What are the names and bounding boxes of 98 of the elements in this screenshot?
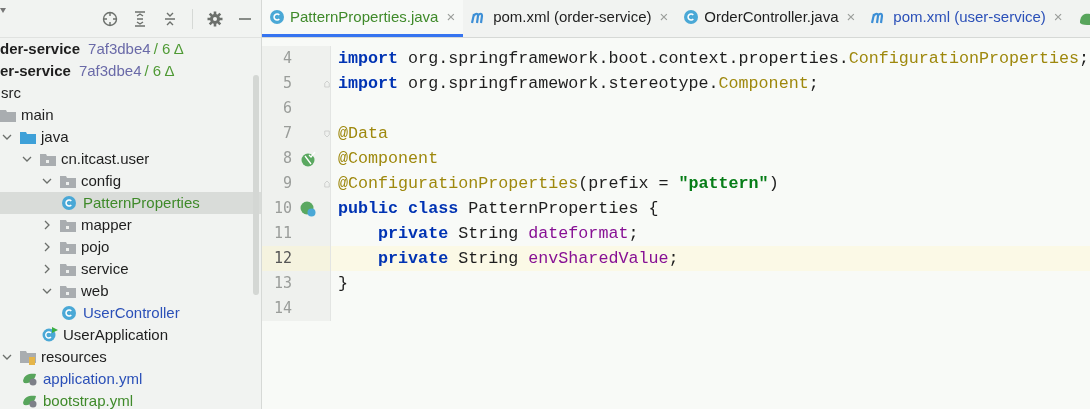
line-number: 9 <box>281 173 292 195</box>
tree-item-label: resources <box>41 346 107 367</box>
tree-item-label: web <box>81 280 109 301</box>
run-class-icon <box>42 327 58 343</box>
class-icon <box>62 196 76 210</box>
code-line: public class PatternProperties { <box>338 198 659 220</box>
line-number: 12 <box>272 248 292 270</box>
tree-item[interactable]: mapper <box>0 214 261 236</box>
package-icon <box>60 240 76 254</box>
tree-item[interactable]: main <box>0 104 261 126</box>
tree-item-label: main <box>21 104 54 125</box>
locate-icon[interactable] <box>102 10 118 27</box>
module-name: der-service <box>0 38 81 59</box>
line-number: 4 <box>281 48 292 70</box>
tree-item[interactable]: pojo <box>0 236 261 258</box>
tree-item-label: UserController <box>83 302 180 323</box>
tab-label: pom.xml (user-service) <box>893 6 1046 27</box>
package-icon <box>60 174 76 188</box>
editor-tab[interactable]: PatternProperties.java × <box>262 0 464 37</box>
tree-item[interactable]: cn.itcast.user <box>0 148 261 170</box>
package-icon <box>40 152 56 166</box>
settings-icon[interactable] <box>207 10 223 27</box>
code-line: @ConfigurationProperties(prefix = "pattern") <box>338 173 779 195</box>
tree-item-label: config <box>81 170 122 191</box>
scrollbar[interactable] <box>253 75 259 295</box>
resources-folder-icon <box>20 349 36 365</box>
tree-item[interactable]: UserController <box>0 302 261 324</box>
module-name: er-service <box>0 60 71 81</box>
line-number: 7 <box>281 123 292 145</box>
tree-item-label: pojo <box>81 236 110 257</box>
caret-icon[interactable] <box>0 7 6 14</box>
tree-item-label: src <box>1 82 21 103</box>
class-icon <box>684 10 699 24</box>
tree-item-label: cn.itcast.user <box>61 148 150 169</box>
spring-leaf-icon <box>22 394 38 408</box>
change-count: / 6 Δ <box>144 60 175 81</box>
chevron-right-icon[interactable] <box>42 264 52 274</box>
folder-icon <box>0 108 16 122</box>
tree-item[interactable]: config <box>0 170 261 192</box>
collapse-all-icon[interactable] <box>162 10 178 27</box>
class-icon <box>270 10 284 24</box>
line-number: 13 <box>272 273 292 295</box>
line-number: 10 <box>272 198 292 220</box>
code-line: private String envSharedValue; <box>377 248 679 270</box>
code-line: } <box>338 273 348 295</box>
chevron-down-icon[interactable] <box>22 154 32 164</box>
bean-icon[interactable] <box>300 200 316 217</box>
tab-label: PatternProperties.java <box>290 6 439 27</box>
code-line: import org.springframework.stereotype.Component; <box>338 73 819 95</box>
package-icon <box>60 218 76 232</box>
code-line: @Data <box>338 123 389 145</box>
chevron-down-icon[interactable] <box>2 132 12 142</box>
tree-item[interactable]: resources <box>0 346 261 368</box>
tree-item[interactable]: application.yml <box>0 368 261 390</box>
line-number: 14 <box>272 298 292 320</box>
change-count: / 6 Δ <box>153 38 184 59</box>
fold-marker[interactable] <box>324 128 330 139</box>
tree-item-label: java <box>41 126 69 147</box>
package-icon <box>60 262 76 276</box>
spring-leaf-icon <box>22 372 38 386</box>
chevron-right-icon[interactable] <box>42 242 52 252</box>
tree-item-label: service <box>81 258 129 279</box>
tree-item-label: bootstrap.yml <box>43 390 134 409</box>
commit-hash: 7af3dbe4 <box>78 60 142 81</box>
editor-tab[interactable]: pom.xml (user-service) × <box>863 0 1071 37</box>
tab-label: pom.xml (order-service) <box>493 6 652 27</box>
line-number: 8 <box>281 148 292 170</box>
tab-label: OrderController.java <box>704 6 839 27</box>
tree-item[interactable]: src <box>0 82 261 104</box>
editor-tab[interactable]: pom.xml (order-service) × <box>463 0 677 37</box>
chevron-down-icon[interactable] <box>2 352 12 362</box>
chevron-down-icon[interactable] <box>42 286 52 296</box>
tree-item[interactable]: java <box>0 126 261 148</box>
commit-hash: 7af3dbe4 <box>88 38 151 59</box>
bean-icon[interactable] <box>300 150 316 167</box>
tree-item-label: mapper <box>81 214 132 235</box>
fold-marker[interactable] <box>324 78 330 89</box>
folder-icon <box>20 130 36 144</box>
package-icon <box>60 284 76 298</box>
chevron-down-icon[interactable] <box>42 176 52 186</box>
class-icon <box>62 306 76 320</box>
tree-item-label: PatternProperties <box>83 192 200 213</box>
line-number: 6 <box>281 98 292 120</box>
tree-item[interactable]: service <box>0 258 261 280</box>
chevron-right-icon[interactable] <box>42 220 52 230</box>
tree-item[interactable]: bootstrap.yml <box>0 390 261 409</box>
tree-item[interactable]: web <box>0 280 261 302</box>
code-line: @Component <box>338 148 439 170</box>
expand-all-icon[interactable] <box>132 10 148 27</box>
line-number: 5 <box>281 73 292 95</box>
editor-tab[interactable]: OrderController.java × <box>676 0 864 37</box>
tree-item-label: application.yml <box>43 368 143 389</box>
code-line: import org.springframework.boot.context.properties.ConfigurationProperties; <box>338 48 1090 70</box>
tree-item-label: UserApplication <box>63 324 169 345</box>
fold-marker[interactable] <box>324 178 330 189</box>
code-line: private String dateformat; <box>377 223 639 245</box>
line-number: 11 <box>272 223 292 245</box>
tree-item[interactable]: UserApplication <box>0 324 261 346</box>
